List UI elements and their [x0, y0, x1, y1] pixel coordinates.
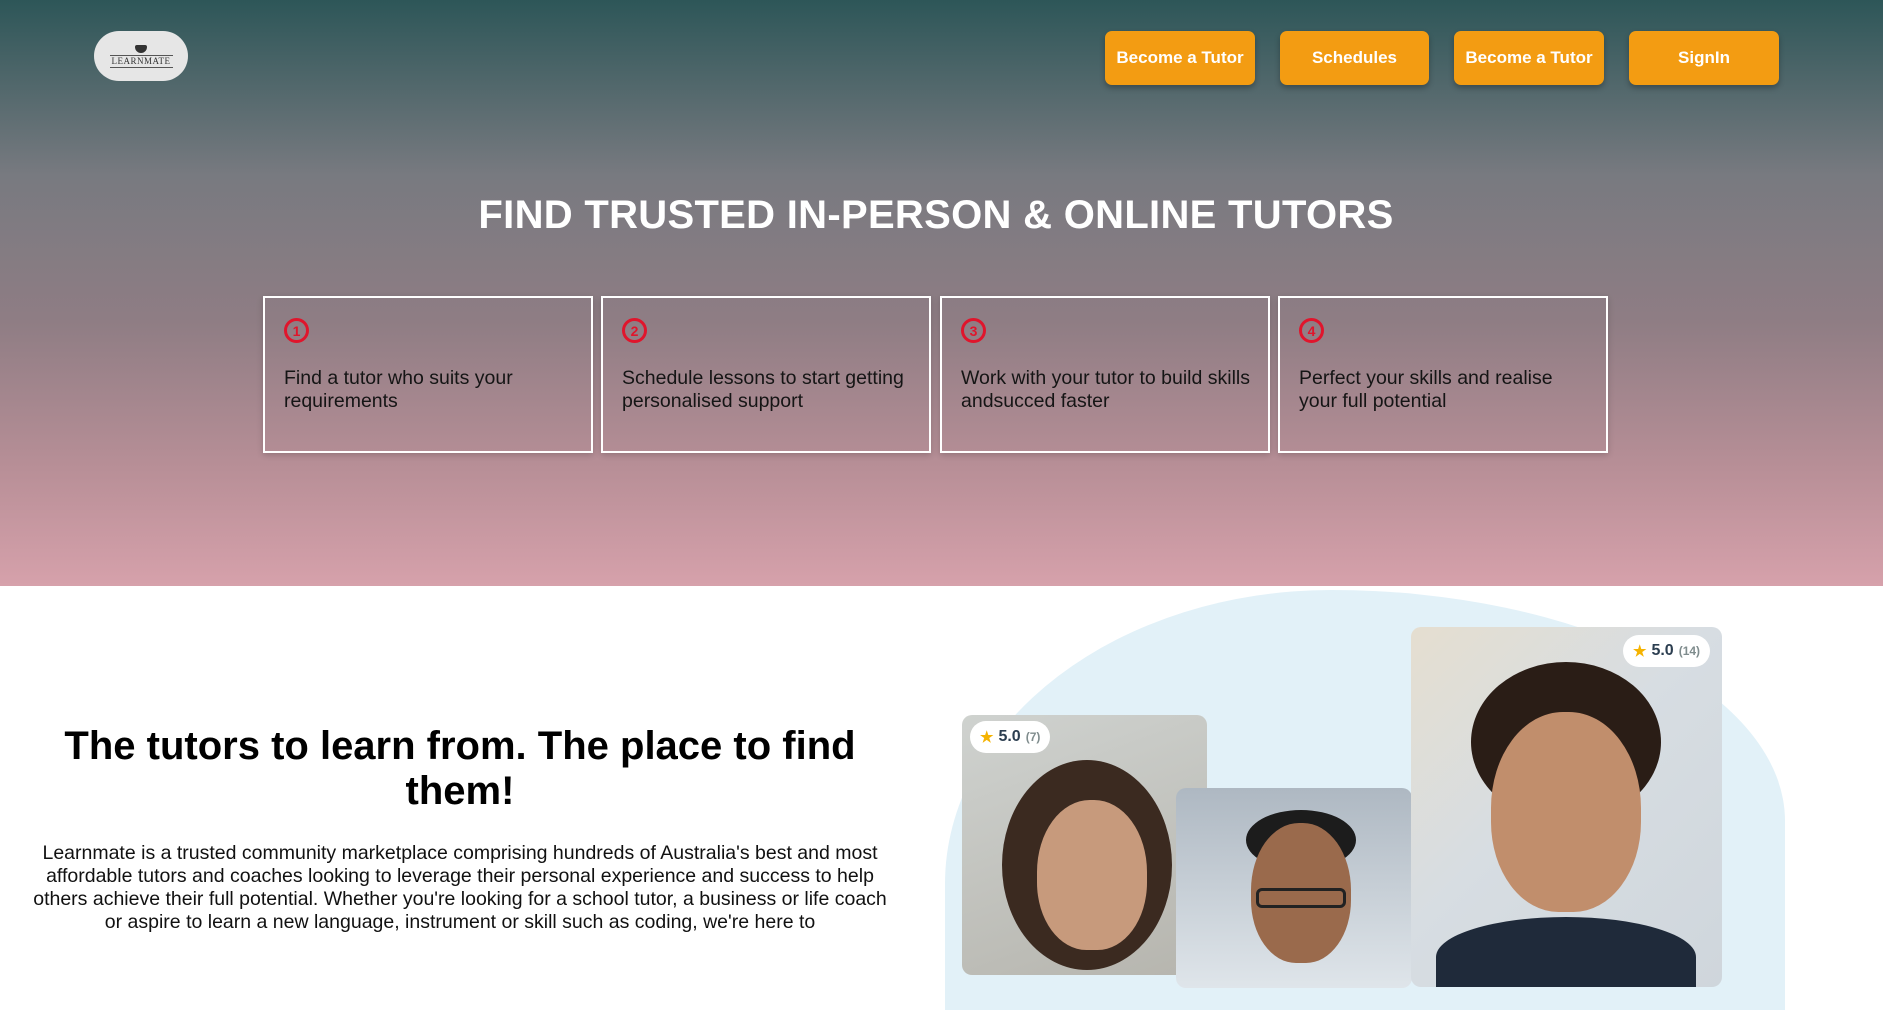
- step-text: Schedule lessons to start getting person…: [622, 367, 904, 412]
- step-number-icon: 4: [1299, 318, 1324, 343]
- become-tutor-button[interactable]: Become a Tutor: [1105, 31, 1255, 85]
- step-text: Work with your tutor to build skills and…: [961, 367, 1250, 412]
- face-shape: [1491, 712, 1641, 912]
- step-number-icon: 1: [284, 318, 309, 343]
- step-card-3: 3 Work with your tutor to build skills a…: [940, 296, 1270, 453]
- step-text: Perfect your skills and realise your ful…: [1299, 367, 1553, 412]
- step-text: Find a tutor who suits your requirements: [284, 367, 513, 412]
- step-card-1: 1 Find a tutor who suits your requiremen…: [263, 296, 593, 453]
- shirt-shape: [1436, 917, 1696, 987]
- rating-badge: ★ 5.0 (7): [970, 721, 1051, 753]
- step-number-icon: 2: [622, 318, 647, 343]
- review-count: (14): [1678, 644, 1701, 658]
- step-number-icon: 3: [961, 318, 986, 343]
- star-icon: ★: [1633, 643, 1647, 660]
- tutor-photo-2: [1176, 788, 1412, 988]
- logo[interactable]: LEARNMATE: [94, 31, 188, 81]
- rating-value: 5.0: [1651, 642, 1674, 659]
- signin-button[interactable]: SignIn: [1629, 31, 1779, 85]
- review-count: (7): [1025, 730, 1041, 744]
- intro-text: Learnmate is a trusted community marketp…: [33, 842, 887, 933]
- tutor-photo-3: ★ 5.0 (14): [1411, 627, 1722, 987]
- schedules-button[interactable]: Schedules: [1280, 31, 1429, 85]
- hero-section: LEARNMATE Become a Tutor Schedules Becom…: [0, 0, 1883, 586]
- star-icon: ★: [980, 729, 994, 746]
- step-card-4: 4 Perfect your skills and realise your f…: [1278, 296, 1608, 453]
- intro-title: The tutors to learn from. The place to f…: [64, 724, 856, 813]
- face-shape: [1037, 800, 1147, 950]
- crest-icon: [135, 44, 147, 53]
- rating-value: 5.0: [998, 728, 1021, 745]
- tutor-photo-1: ★ 5.0 (7): [962, 715, 1207, 975]
- glasses-icon: [1256, 888, 1346, 908]
- logo-text: LEARNMATE: [109, 54, 173, 68]
- rating-badge: ★ 5.0 (14): [1623, 635, 1711, 667]
- step-card-2: 2 Schedule lessons to start getting pers…: [601, 296, 931, 453]
- become-tutor-button-2[interactable]: Become a Tutor: [1454, 31, 1604, 85]
- hero-title: FIND TRUSTED IN-PERSON & ONLINE TUTORS: [478, 193, 1394, 237]
